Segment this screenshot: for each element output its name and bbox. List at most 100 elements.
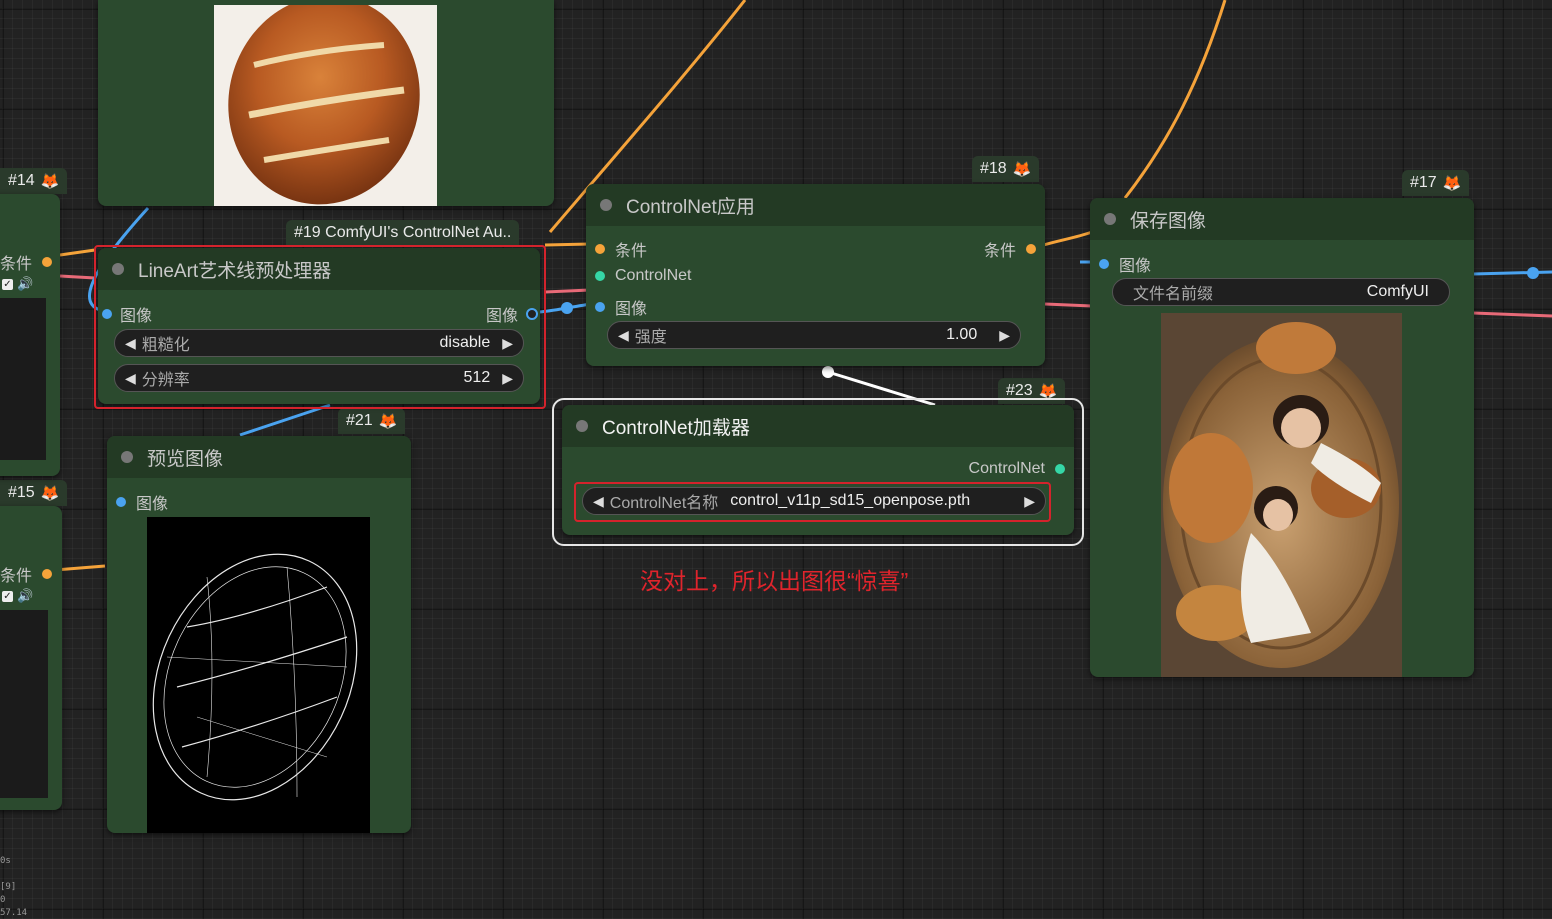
node-15-id: #15 🦊: [0, 480, 68, 506]
wire-latent-4: [1472, 311, 1552, 318]
increment-arrow-icon[interactable]: ▶: [999, 327, 1010, 344]
wire-reroute-dot-right: [1527, 267, 1539, 279]
node-17-input-image[interactable]: 图像: [1099, 252, 1151, 276]
node-15-toggles[interactable]: ✓ 🔊: [2, 588, 33, 604]
speaker-icon: 🔊: [17, 588, 34, 603]
input-dot-icon: [595, 302, 605, 312]
checkbox-icon[interactable]: ✓: [2, 278, 13, 290]
output-dot-icon: [42, 257, 53, 267]
collapse-dot-icon[interactable]: [600, 199, 612, 211]
input-dot-icon: [595, 244, 605, 254]
resolution-widget-name: 分辨率: [141, 372, 190, 389]
node-17-save-image[interactable]: 保存图像 图像 文件名前缀 ComfyUI: [1090, 198, 1474, 677]
wire-conditioning-18-out: [1039, 230, 1093, 248]
resolution-widget[interactable]: ◀ 分辨率 512 ▶: [114, 364, 524, 392]
coarse-widget-name: 粗糙化: [141, 337, 190, 354]
node-18-header[interactable]: ControlNet应用: [586, 184, 1045, 226]
fox-icon: 🦊: [40, 173, 60, 190]
node-19-input-label: 图像: [120, 308, 153, 325]
collapse-dot-icon[interactable]: [121, 451, 133, 463]
node-18-input-image[interactable]: 图像: [595, 295, 647, 319]
node-18-id-label: #18: [980, 160, 1007, 177]
node-15-output[interactable]: 条件: [0, 562, 53, 586]
decrement-arrow-icon[interactable]: ◀: [618, 327, 629, 344]
node-14-id-label: #14: [8, 172, 35, 189]
node-18-input-conditioning-label: 条件: [615, 243, 648, 260]
node-23-controlnet-loader[interactable]: ControlNet加载器 ControlNet ◀ ControlNet名称 …: [562, 405, 1074, 535]
wire-conditioning-top-2: [1123, 0, 1227, 199]
node-18-controlnet-apply[interactable]: ControlNet应用 条件 ControlNet 图像 条件 ◀ 强度 1.…: [586, 184, 1045, 366]
node-14-toggles[interactable]: ✓ 🔊: [2, 276, 33, 292]
node-18-input-controlnet-label: ControlNet: [615, 267, 692, 284]
node-17-header[interactable]: 保存图像: [1090, 198, 1474, 240]
checkbox-icon[interactable]: ✓: [2, 590, 13, 602]
node-18-input-conditioning[interactable]: 条件: [595, 237, 647, 261]
decrement-arrow-icon[interactable]: ◀: [125, 335, 136, 352]
speaker-icon: 🔊: [17, 276, 34, 291]
node-19-output-label: 图像: [485, 308, 518, 325]
strength-widget[interactable]: ◀ 强度 1.00 ▶: [607, 321, 1021, 349]
node-17-input-label: 图像: [1119, 258, 1152, 275]
node-18-input-controlnet[interactable]: ControlNet: [595, 267, 691, 285]
fox-icon: 🦊: [1012, 161, 1032, 178]
node-21-input-image[interactable]: 图像: [116, 490, 168, 514]
input-dot-icon: [595, 271, 605, 281]
node-19-lineart-preprocessor[interactable]: LineArt艺术线预处理器 图像 图像 ◀ 粗糙化 disable ▶ ◀ 分…: [98, 248, 540, 404]
node-14-output[interactable]: 条件: [0, 250, 53, 274]
node-18-id: #18 🦊: [972, 156, 1040, 182]
increment-arrow-icon[interactable]: ▶: [1024, 493, 1035, 510]
output-dot-icon: [42, 569, 53, 579]
node-23-output-label: ControlNet: [968, 460, 1045, 477]
wire-conditioning-to-18: [544, 242, 591, 247]
node-21-header[interactable]: 预览图像: [107, 436, 411, 478]
stats-line-3: 0: [0, 895, 6, 905]
collapse-dot-icon[interactable]: [112, 263, 124, 275]
node-19-id-label: #19 ComfyUI's ControlNet Au..: [294, 224, 512, 241]
fox-icon: 🦊: [1442, 175, 1462, 192]
node-21-title: 预览图像: [147, 448, 224, 470]
node-21-id-label: #21: [346, 412, 373, 429]
decrement-arrow-icon[interactable]: ◀: [593, 493, 604, 510]
lineart-drawing: [152, 553, 358, 801]
node-17-title: 保存图像: [1130, 210, 1207, 232]
output-dot-icon: [1026, 244, 1036, 254]
decrement-arrow-icon[interactable]: ◀: [125, 370, 136, 387]
coarse-widget[interactable]: ◀ 粗糙化 disable ▶: [114, 329, 524, 357]
stats-line-2: [9]: [0, 882, 17, 892]
node-load-image[interactable]: [98, 0, 554, 206]
node-18-title: ControlNet应用: [626, 196, 755, 218]
resolution-widget-value: 512: [463, 369, 491, 386]
node-15-output-label: 条件: [0, 568, 33, 585]
node-21-preview-image[interactable]: 预览图像 图像: [107, 436, 411, 833]
generated-output-image: [1161, 313, 1402, 677]
node-18-output-label: 条件: [983, 243, 1016, 260]
wire-latent-2: [544, 288, 591, 294]
controlnet-name-widget-name: ControlNet名称: [609, 495, 719, 512]
increment-arrow-icon[interactable]: ▶: [502, 335, 513, 352]
wire-reroute-dot: [561, 302, 573, 314]
node-19-output-image[interactable]: 图像: [486, 302, 538, 326]
controlnet-name-widget[interactable]: ◀ ControlNet名称 control_v11p_sd15_openpos…: [582, 487, 1046, 515]
increment-arrow-icon[interactable]: ▶: [502, 370, 513, 387]
node-15[interactable]: 条件 ✓ 🔊: [0, 506, 62, 810]
node-18-output-conditioning[interactable]: 条件: [984, 237, 1036, 261]
coarse-widget-value: disable: [439, 334, 491, 351]
node-14-content: [0, 298, 46, 460]
node-18-input-image-label: 图像: [615, 301, 648, 318]
node-19-header[interactable]: LineArt艺术线预处理器: [98, 248, 540, 290]
node-14[interactable]: 条件 ✓ 🔊: [0, 194, 60, 476]
wire-conditioning-15: [54, 564, 106, 572]
node-19-input-image[interactable]: 图像: [102, 302, 152, 326]
node-23-title: ControlNet加载器: [602, 417, 750, 439]
node-14-output-label: 条件: [0, 256, 33, 273]
node-17-id: #17 🦊: [1402, 170, 1470, 196]
node-23-header[interactable]: ControlNet加载器: [562, 405, 1074, 447]
collapse-dot-icon[interactable]: [576, 420, 588, 432]
input-dot-icon: [102, 309, 112, 319]
filename-prefix-widget[interactable]: 文件名前缀 ComfyUI: [1112, 278, 1450, 306]
node-21-id: #21 🦊: [338, 408, 406, 434]
node-23-output-controlnet[interactable]: ControlNet: [969, 460, 1065, 478]
collapse-dot-icon[interactable]: [1104, 213, 1116, 225]
bread-image: [214, 5, 437, 206]
input-dot-icon: [116, 497, 126, 507]
